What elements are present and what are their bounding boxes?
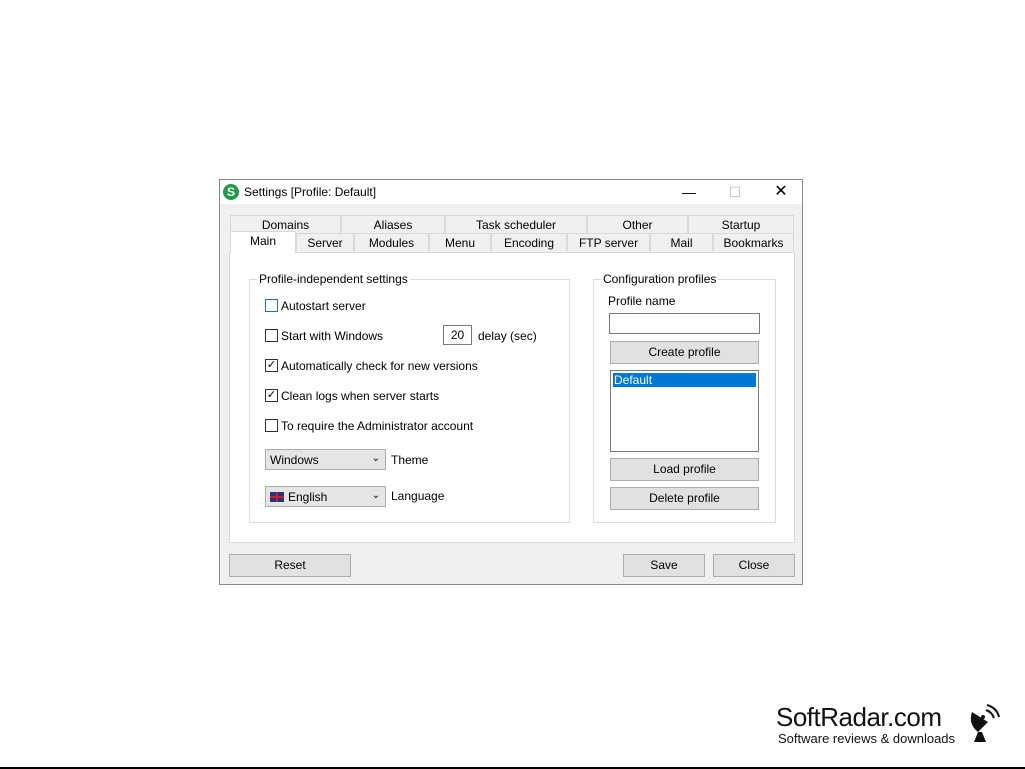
checkbox-box[interactable]: ✓ [265,389,278,402]
reset-button[interactable]: Reset [229,554,351,577]
tab-startup[interactable]: Startup [688,215,794,233]
window-title: Settings [Profile: Default] [244,185,377,199]
checkbox-box[interactable] [265,299,278,312]
create-profile-button[interactable]: Create profile [610,341,759,364]
tab-mail[interactable]: Mail [650,233,713,251]
load-profile-button[interactable]: Load profile [610,458,759,481]
profiles-list[interactable]: Default [610,370,759,452]
close-button[interactable]: Close [713,554,795,577]
satellite-dish-icon [970,704,1000,742]
profile-independent-group: Profile-independent settings Autostart s… [249,272,570,523]
save-button[interactable]: Save [623,554,705,577]
tab-server[interactable]: Server [296,233,354,251]
checkbox-label: Autostart server [281,299,366,313]
language-value: English [288,490,328,504]
theme-value: Windows [270,453,319,467]
tab-modules[interactable]: Modules [354,233,429,251]
delete-profile-button[interactable]: Delete profile [610,487,759,510]
chevron-down-icon: ⌄ [371,453,380,464]
list-item[interactable]: Default [613,373,756,387]
profile-name-input[interactable] [609,313,760,334]
title-bar: S Settings [Profile: Default] — ☐ ✕ [220,180,802,204]
theme-label: Theme [391,453,429,467]
brand-watermark: SoftRadar.com Software reviews & downloa… [776,702,1016,752]
tab-encoding[interactable]: Encoding [491,233,567,251]
delay-label: delay (sec) [478,329,537,343]
tab-main[interactable]: Main [230,231,296,253]
maximize-button[interactable]: ☐ [712,180,758,204]
app-icon: S [223,184,239,200]
tab-bookmarks[interactable]: Bookmarks [713,233,794,251]
checkbox-label: Automatically check for new versions [281,359,478,373]
configuration-profiles-group: Configuration profiles Profile name Crea… [593,272,776,523]
group-title-profile-independent: Profile-independent settings [257,272,410,286]
tab-aliases[interactable]: Aliases [341,215,445,233]
chevron-down-icon: ⌄ [371,490,380,501]
group-title-configuration-profiles: Configuration profiles [601,272,719,286]
theme-select[interactable]: Windows ⌄ [265,449,386,470]
minimize-button[interactable]: — [666,180,712,204]
uk-flag-icon [270,492,284,502]
language-select[interactable]: English ⌄ [265,486,386,507]
delay-input[interactable]: 20 [443,325,472,345]
checkbox-label: To require the Administrator account [281,419,474,433]
checkbox-label: Clean logs when server starts [281,389,440,403]
settings-window: S Settings [Profile: Default] — ☐ ✕ Doma… [219,179,803,585]
checkbox-box[interactable]: ✓ [265,359,278,372]
tab-task-scheduler[interactable]: Task scheduler [445,215,587,233]
brand-name: SoftRadar.com [776,702,942,732]
brand-tagline: Software reviews & downloads [778,731,956,746]
tab-other[interactable]: Other [587,215,688,233]
tab-panel-main: Profile-independent settings Autostart s… [229,252,795,543]
tab-ftp-server[interactable]: FTP server [567,233,650,251]
tab-menu[interactable]: Menu [429,233,491,251]
checkbox-label: Start with Windows [281,329,384,343]
checkbox-box[interactable] [265,329,278,342]
close-window-button[interactable]: ✕ [758,180,804,204]
profile-name-label: Profile name [608,294,676,308]
checkbox-box[interactable] [265,419,278,432]
language-label: Language [391,489,445,503]
